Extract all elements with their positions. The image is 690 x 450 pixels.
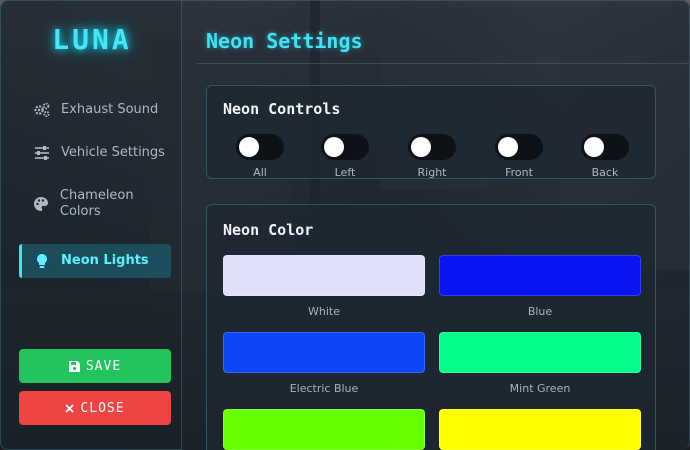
sidebar-item-chameleon-colors[interactable]: Chameleon Colors	[19, 178, 171, 230]
toggle-switch-front[interactable]	[495, 134, 543, 160]
page-title: Neon Settings	[206, 29, 363, 53]
toggle-label: All	[253, 166, 267, 179]
toggle-switch-right[interactable]	[408, 134, 456, 160]
toggle-label: Front	[505, 166, 533, 179]
neon-color-card: Neon Color White Blue Electric Blue Mint…	[206, 204, 656, 450]
color-swatch-label: Blue	[527, 305, 553, 318]
toggle-front: Front	[489, 134, 549, 179]
close-button-label: CLOSE	[80, 400, 125, 416]
neon-controls-card: Neon Controls All Left Right Front Back	[206, 85, 656, 179]
floppy-disk-icon	[68, 360, 80, 372]
color-option-mint-green[interactable]: Mint Green	[439, 332, 641, 395]
toggle-label: Back	[591, 166, 619, 179]
sidebar: LUNA Exhaust Sound Vehicle Settings Cham…	[0, 0, 182, 450]
sidebar-item-exhaust-sound[interactable]: Exhaust Sound	[19, 93, 171, 127]
color-swatch[interactable]	[223, 332, 425, 373]
toggle-knob	[324, 137, 344, 157]
sidebar-item-neon-lights[interactable]: Neon Lights	[19, 244, 171, 278]
color-swatch-label: Electric Blue	[289, 382, 359, 395]
sliders-icon	[33, 144, 51, 162]
toggle-knob	[498, 137, 518, 157]
sidebar-item-label: Chameleon Colors	[59, 188, 134, 219]
toggle-switch-back[interactable]	[581, 134, 629, 160]
toggle-all: All	[230, 134, 290, 179]
toggle-left: Left	[315, 134, 375, 179]
toggle-knob	[584, 137, 604, 157]
sidebar-item-vehicle-settings[interactable]: Vehicle Settings	[19, 136, 171, 170]
color-swatch[interactable]	[439, 332, 641, 373]
color-swatch[interactable]	[223, 255, 425, 296]
color-option-blue[interactable]: Blue	[439, 255, 641, 318]
app-logo: LUNA	[52, 23, 132, 56]
color-swatch[interactable]	[223, 409, 425, 450]
neon-controls-title: Neon Controls	[223, 100, 341, 118]
save-button-label: SAVE	[85, 358, 122, 374]
toggle-back: Back	[575, 134, 635, 179]
close-button[interactable]: CLOSE	[19, 391, 171, 425]
sidebar-item-label: Exhaust Sound	[61, 102, 159, 117]
color-option-electric-blue[interactable]: Electric Blue	[223, 332, 425, 395]
toggle-label: Left	[334, 166, 356, 179]
sidebar-item-label: Neon Lights	[61, 253, 149, 268]
color-swatch-label: Mint Green	[509, 382, 571, 395]
toggle-switch-all[interactable]	[236, 134, 284, 160]
toggle-knob	[411, 137, 431, 157]
toggle-knob	[239, 137, 259, 157]
save-button[interactable]: SAVE	[19, 349, 171, 383]
sidebar-nav: Exhaust Sound Vehicle Settings Chameleon…	[19, 93, 171, 288]
toggle-label: Right	[417, 166, 447, 179]
lightbulb-icon	[33, 252, 51, 270]
color-option-yellow[interactable]	[439, 409, 641, 450]
main-panel: Neon Settings Neon Controls All Left Rig…	[182, 0, 690, 450]
color-swatch-label: White	[308, 305, 340, 318]
neon-color-title: Neon Color	[223, 221, 314, 239]
title-divider	[196, 63, 689, 64]
color-swatch[interactable]	[439, 255, 641, 296]
color-option-lime-green[interactable]	[223, 409, 425, 450]
color-swatch[interactable]	[439, 409, 641, 450]
color-option-white[interactable]: White	[223, 255, 425, 318]
toggle-right: Right	[402, 134, 462, 179]
cogs-icon	[33, 101, 51, 119]
sidebar-item-label: Vehicle Settings	[61, 145, 165, 160]
toggle-switch-left[interactable]	[321, 134, 369, 160]
palette-icon	[33, 195, 50, 213]
close-icon	[65, 403, 75, 413]
